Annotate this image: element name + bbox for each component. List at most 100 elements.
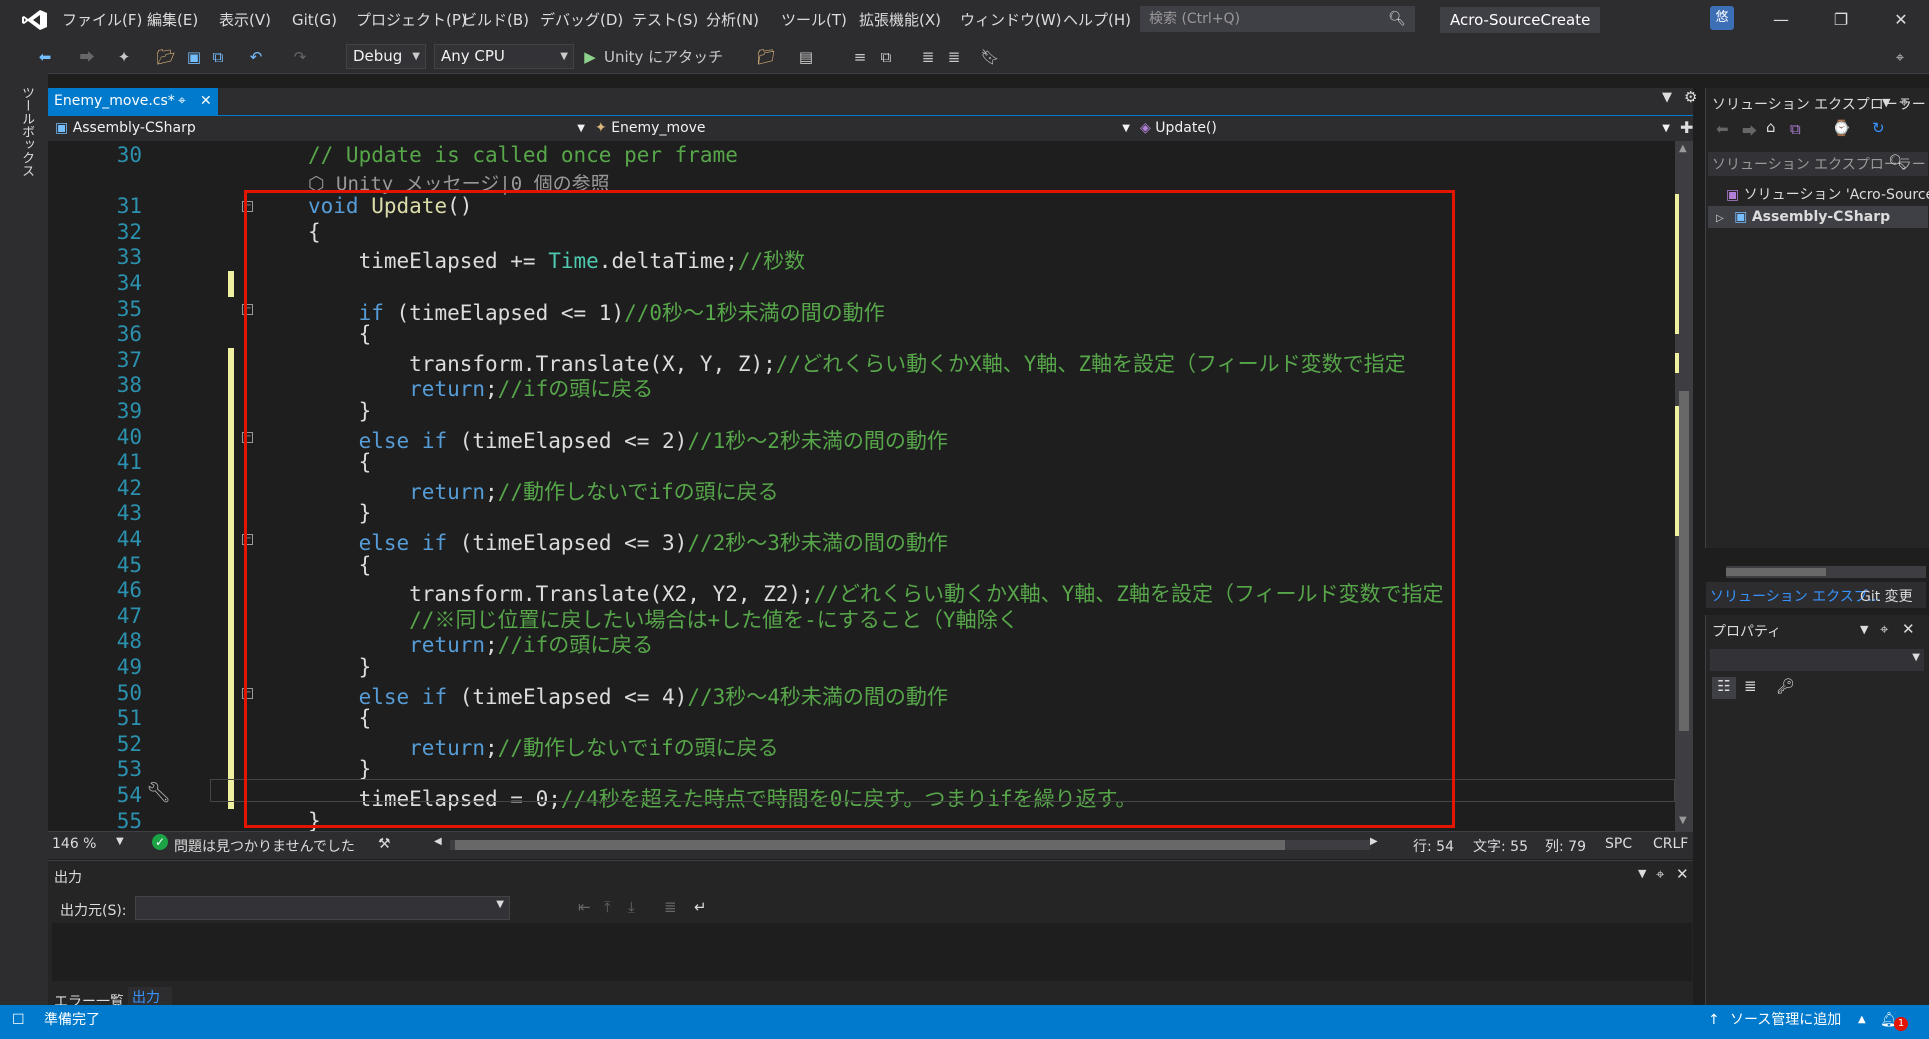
line-ending[interactable]: CRLF (1653, 836, 1688, 852)
menu-item[interactable]: ビルド(B) (462, 0, 529, 40)
categorized-icon[interactable]: ☷ (1712, 677, 1736, 699)
forward-icon[interactable]: ⮕ (78, 46, 96, 68)
chevron-down-icon[interactable]: ▼ (116, 836, 124, 847)
close-icon[interactable]: ✕ (1676, 865, 1689, 883)
bookmark-icon[interactable]: 🔖︎ (980, 46, 1000, 68)
home-icon[interactable]: ⌂ (1766, 118, 1776, 136)
close-icon[interactable]: ✕ (200, 88, 212, 115)
menu-item[interactable]: ウィンドウ(W) (960, 0, 1062, 40)
back-icon[interactable]: ⬅ (36, 46, 54, 68)
minimize-button[interactable]: — (1758, 0, 1804, 40)
search-input[interactable]: 検索 (Ctrl+Q) 🔍︎ (1140, 6, 1415, 32)
play-icon[interactable]: ▶ (582, 46, 598, 68)
uncomment-icon[interactable]: ≣ (944, 46, 964, 68)
output-window-icon[interactable]: ☐ (12, 1007, 25, 1033)
prev-message-icon[interactable]: ⤒ (604, 898, 611, 916)
scroll-left-icon[interactable]: ◀ (434, 836, 442, 847)
tab-git-changes[interactable]: Git 変更 (1860, 586, 1913, 606)
properties-object-select[interactable]: ▼ (1710, 649, 1924, 671)
whitespace-mode[interactable]: SPC (1605, 836, 1632, 852)
line-number[interactable]: 行: 54 (1413, 836, 1454, 856)
column-number[interactable]: 列: 79 (1545, 836, 1586, 856)
member-select[interactable]: ◈ Update() ▼ (1140, 117, 1670, 140)
window-icon[interactable]: ▤ (796, 46, 816, 68)
attach-unity-button[interactable]: Unity にアタッチ (604, 46, 724, 68)
close-button[interactable]: ✕ (1878, 0, 1924, 40)
scroll-right-icon[interactable]: ▶ (1370, 836, 1378, 847)
menu-item[interactable]: 分析(N) (706, 0, 759, 40)
clear-all-icon[interactable]: ≣ (664, 898, 677, 916)
tab-enemy-move[interactable]: Enemy_move.cs* ⌖ ✕ (48, 88, 218, 115)
issues-status[interactable]: 問題は見つかりませんでした (174, 836, 355, 856)
next-message-icon[interactable]: ⤓ (628, 898, 635, 916)
highlight-box (244, 190, 1455, 828)
solution-search-input[interactable]: ソリューション エクスプローラー 🔍︎ (1708, 152, 1928, 176)
pin-icon[interactable]: ⌖ (1890, 46, 1910, 68)
vertical-scrollbar[interactable]: ▲ ▼ (1675, 141, 1693, 831)
save-icon[interactable]: ▣ (184, 46, 204, 68)
comment-icon[interactable]: ≣ (918, 46, 938, 68)
alphabetical-icon[interactable]: ≣ (1744, 677, 1757, 695)
scroll-up-icon[interactable]: ▲ (1679, 143, 1687, 154)
history-icon[interactable]: ⌚ (1832, 119, 1851, 137)
menu-item[interactable]: ツール(T) (781, 0, 847, 40)
platform-select[interactable]: Any CPU ▼ (434, 44, 574, 69)
save-all-icon[interactable]: ⧉ (208, 46, 228, 68)
sync-icon[interactable]: ↻ (1872, 119, 1885, 137)
quick-actions-icon[interactable]: 🔧︎ (146, 780, 171, 804)
copy-icon[interactable]: ⧉ (876, 46, 896, 68)
maximize-button[interactable]: ❐ (1818, 0, 1864, 40)
scroll-down-icon[interactable]: ▼ (1679, 815, 1687, 826)
menu-item[interactable]: 拡張機能(X) (859, 0, 941, 40)
avatar[interactable]: 悠 (1710, 6, 1734, 30)
toolbox-tab[interactable]: ツールボックス (19, 86, 36, 177)
menu-item[interactable]: 編集(E) (147, 0, 198, 40)
folder-icon[interactable]: 📁︎ (756, 46, 776, 68)
menu-item[interactable]: プロジェクト(P) (356, 0, 467, 40)
add-to-source-control-button[interactable]: ソース管理に追加 (1730, 1007, 1841, 1033)
forward-icon[interactable]: ⮕ (1742, 120, 1757, 141)
find-icon[interactable]: ⇤ (578, 898, 591, 916)
menu-item[interactable]: ヘルプ(H) (1063, 0, 1131, 40)
word-wrap-icon[interactable]: ↵ (694, 898, 707, 916)
configuration-select[interactable]: Debug ▼ (346, 44, 426, 69)
scroll-thumb[interactable] (455, 840, 1285, 850)
char-number[interactable]: 文字: 55 (1473, 836, 1528, 856)
close-icon[interactable]: ✕ (1902, 620, 1915, 638)
redo-icon[interactable]: ↷ (290, 46, 310, 68)
menu-item[interactable]: Git(G) (292, 0, 337, 40)
chevron-down-icon[interactable]: ▼ (1860, 623, 1868, 636)
pin-icon[interactable]: ⌖ (1900, 93, 1908, 111)
menu-item[interactable]: ファイル(F) (62, 0, 142, 40)
switch-views-icon[interactable]: ⧉ (1790, 120, 1801, 138)
class-select[interactable]: ✦ Enemy_move ▼ (595, 117, 1130, 140)
pin-icon[interactable]: ⌖ (1656, 865, 1664, 883)
menu-item[interactable]: デバッグ(D) (540, 0, 623, 40)
zoom-level[interactable]: 146 % (52, 836, 96, 852)
pin-icon[interactable]: ⌖ (1880, 620, 1888, 638)
split-icon[interactable]: ✚ (1680, 118, 1693, 137)
undo-icon[interactable]: ↶ (246, 46, 266, 68)
horizontal-scrollbar[interactable] (1726, 566, 1926, 578)
menu-item[interactable]: 表示(V) (219, 0, 271, 40)
tree-item-project[interactable]: ▷ ▣ Assembly-CSharp (1708, 206, 1928, 228)
tab-solution-explorer[interactable]: ソリューション エクスプ... (1710, 586, 1881, 606)
indent-icon[interactable]: ≡ (850, 46, 870, 68)
assembly-select[interactable]: ▣ Assembly-CSharp ▼ (55, 117, 585, 140)
tree-item-solution[interactable]: ▣ ソリューション 'Acro-SourceCr (1726, 184, 1929, 206)
pin-icon[interactable]: ⌖ (178, 88, 186, 115)
menu-item[interactable]: テスト(S) (632, 0, 698, 40)
scroll-thumb[interactable] (1679, 391, 1689, 731)
property-pages-icon[interactable]: 🔑︎ (1776, 677, 1795, 695)
output-content[interactable] (52, 923, 1692, 981)
new-item-icon[interactable]: ✦ (114, 46, 134, 68)
tab-dropdown-icon[interactable]: ▼ (1662, 90, 1672, 105)
brush-icon[interactable]: ⚒ (378, 836, 391, 852)
back-icon[interactable]: ⬅ (1716, 120, 1729, 138)
chevron-down-icon[interactable]: ▼ (1882, 96, 1890, 109)
open-folder-icon[interactable]: 📂︎ (156, 46, 176, 68)
chevron-down-icon[interactable]: ▼ (1638, 867, 1646, 880)
output-source-select[interactable]: ▼ (135, 896, 510, 920)
gear-icon[interactable]: ⚙ (1684, 88, 1697, 106)
code-line[interactable]: // Update is called once per frame (308, 143, 738, 167)
